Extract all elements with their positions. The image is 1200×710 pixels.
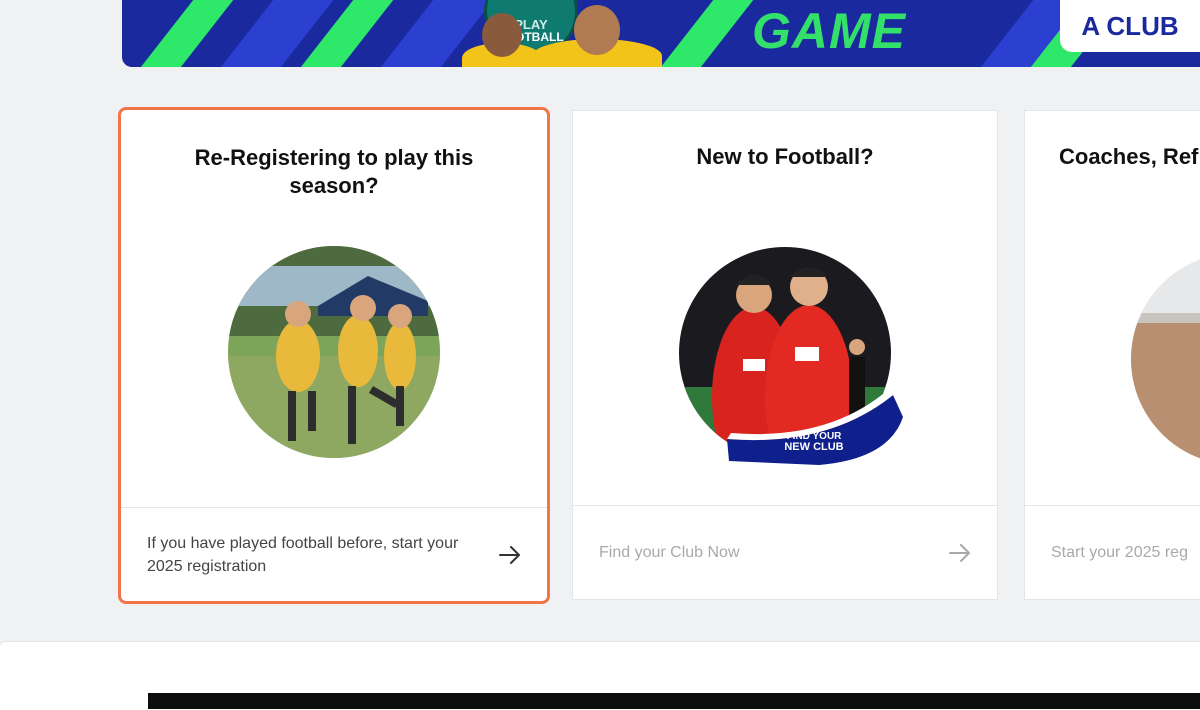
card-new-to-football[interactable]: New to Football? FIND YOUR NEW CLUB Find… bbox=[572, 110, 998, 600]
card-footer[interactable]: Start your 2025 reg bbox=[1025, 505, 1200, 599]
new-club-players-photo: FIND YOUR NEW CLUB bbox=[679, 247, 903, 465]
player-figure bbox=[532, 5, 662, 67]
card-re-register[interactable]: Re-Registering to play this season? If y… bbox=[118, 107, 550, 604]
promo-banner[interactable]: PLAY FOOTBALL GAME A CLUB bbox=[122, 0, 1200, 67]
card-footer[interactable]: If you have played football before, star… bbox=[121, 507, 547, 601]
player-figure bbox=[462, 13, 542, 67]
card-title: Coaches, Ref bbox=[1059, 144, 1199, 169]
photo-caption: FIND YOUR NEW CLUB bbox=[784, 431, 844, 453]
card-footer-text: Start your 2025 reg bbox=[1051, 544, 1188, 561]
card-footer[interactable]: Find your Club Now bbox=[573, 505, 997, 599]
arrow-right-icon[interactable] bbox=[949, 543, 971, 562]
coach-photo bbox=[1131, 253, 1200, 465]
banner-stripe bbox=[122, 0, 242, 67]
card-title: New to Football? bbox=[696, 144, 874, 169]
card-title: Re-Registering to play this season? bbox=[194, 145, 474, 198]
arrow-right-icon[interactable] bbox=[499, 545, 521, 564]
card-footer-text: If you have played football before, star… bbox=[147, 534, 459, 575]
banner-headline: GAME bbox=[752, 3, 906, 59]
video-embed[interactable] bbox=[148, 693, 1200, 709]
card-footer-text: Find your Club Now bbox=[599, 544, 740, 561]
find-a-club-button[interactable]: A CLUB bbox=[1060, 0, 1200, 52]
girls-celebrating-photo bbox=[228, 246, 440, 458]
card-coaches-referees[interactable]: Coaches, Ref Start your 2025 reg bbox=[1024, 110, 1200, 600]
